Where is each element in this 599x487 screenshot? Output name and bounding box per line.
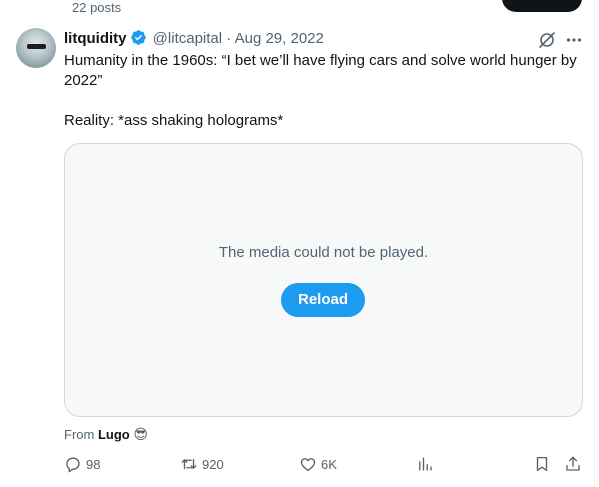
more-icon[interactable] (565, 31, 583, 49)
verified-badge-icon (130, 29, 147, 50)
tweet-text: Humanity in the 1960s: “I bet we’ll have… (64, 51, 584, 131)
media-error-message: The media could not be played. (218, 244, 429, 261)
tweet-text-line: Humanity in the 1960s: “I bet we’ll have… (64, 52, 577, 89)
like-button[interactable]: 6K (299, 454, 337, 474)
reload-button[interactable]: Reload (281, 283, 365, 317)
views-icon (419, 457, 432, 471)
sunglasses-emoji: 😎 (133, 426, 148, 442)
repost-icon (181, 458, 197, 470)
column-divider (594, 0, 595, 487)
bookmark-button[interactable] (533, 454, 555, 474)
user-handle[interactable]: @litcapital (153, 30, 222, 47)
top-action-button[interactable] (502, 0, 582, 12)
avatar-sunglasses (27, 44, 46, 49)
top-bar: 22 posts (0, 0, 599, 22)
grok-icon[interactable] (537, 30, 557, 50)
like-count: 6K (321, 456, 337, 472)
tweet-date[interactable]: Aug 29, 2022 (235, 30, 324, 47)
reply-icon (66, 457, 80, 473)
posts-count: 22 posts (72, 0, 122, 15)
tweet-text-line: Reality: *ass shaking holograms* (64, 112, 284, 129)
share-button[interactable] (564, 454, 586, 474)
reply-button[interactable]: 98 (64, 454, 100, 474)
avatar[interactable] (16, 28, 56, 68)
media-container[interactable]: The media could not be played. Reload (64, 143, 583, 417)
display-name[interactable]: litquidity (64, 30, 127, 47)
share-icon (566, 456, 580, 471)
like-icon (300, 458, 316, 472)
views-button[interactable] (416, 454, 438, 474)
reply-count: 98 (86, 456, 101, 472)
repost-count: 920 (202, 456, 224, 472)
from-source[interactable]: Lugo (98, 427, 130, 442)
from-label: From (64, 427, 95, 442)
bookmark-icon (536, 456, 548, 472)
media-source: From Lugo 😎 (64, 426, 148, 443)
tweet-header: litquidity @litcapital · Aug 29, 2022 (64, 29, 324, 49)
separator-dot: · (226, 30, 232, 47)
repost-button[interactable]: 920 (180, 454, 224, 474)
